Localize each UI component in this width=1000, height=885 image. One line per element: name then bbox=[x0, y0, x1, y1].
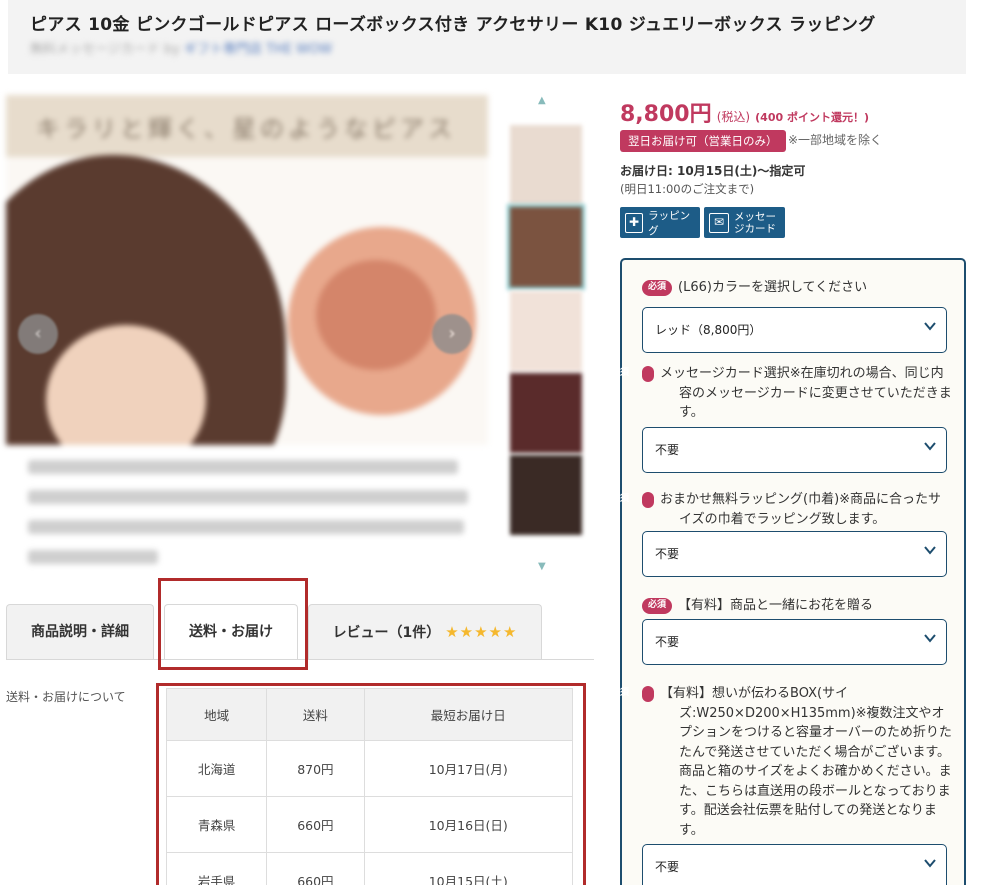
option-label-text: 【有料】想いが伝わるBOX(サイズ:W250×D200×H135mm)※複数注文… bbox=[660, 686, 952, 838]
order-deadline: (明日11:00のご注文まで) bbox=[620, 182, 755, 196]
thumbnail[interactable] bbox=[510, 291, 582, 371]
select-value: レッド（8,800円） bbox=[655, 323, 762, 337]
option-label: 必須 (L66)カラーを選択してください bbox=[642, 278, 952, 298]
region-cell: 青森県 bbox=[165, 796, 268, 853]
region-cell: 北海道 bbox=[165, 740, 268, 797]
region-cell: 岩手県 bbox=[165, 852, 268, 885]
chevron-down-icon bbox=[924, 634, 936, 643]
select-value: 不要 bbox=[655, 547, 680, 561]
chevron-down-icon bbox=[924, 322, 936, 331]
wrapping-button[interactable]: ✚ ラッピング bbox=[620, 207, 700, 238]
product-subtitle: 無料メッセージカード by ギフト専門店 THE WOW bbox=[30, 38, 332, 57]
message-card-select[interactable]: 不要 bbox=[642, 427, 947, 473]
region-note: ※一部地域を除く bbox=[788, 133, 883, 147]
fee-cell: 870円 bbox=[266, 740, 365, 797]
select-value: 不要 bbox=[655, 443, 680, 457]
product-tabs: 商品説明・詳細 送料・お届け レビュー（1件） ★★★★★ bbox=[6, 604, 594, 660]
price: 8,800円 bbox=[620, 102, 712, 127]
tab-shipping[interactable]: 送料・お届け bbox=[164, 604, 298, 660]
chevron-down-icon bbox=[924, 546, 936, 555]
description-line bbox=[28, 460, 458, 474]
box-select[interactable]: 不要 bbox=[642, 844, 947, 885]
delivery-date: お届け日: 10月15日(土)〜指定可 bbox=[620, 164, 806, 178]
image-banner-text: キラリと輝く、星のようなピアス bbox=[36, 115, 456, 143]
thumbnail-strip: ▲ ▼ bbox=[507, 95, 588, 575]
table-header-row: 地域 送料 最短お届け日 bbox=[165, 688, 574, 741]
message-card-button[interactable]: ✉ メッセージカード bbox=[704, 207, 785, 238]
free-wrapping-select[interactable]: 不要 bbox=[642, 531, 947, 577]
wrapping-label: ラッピング bbox=[648, 209, 691, 237]
product-description bbox=[28, 460, 468, 580]
subtitle-text: 無料メッセージカード by bbox=[30, 42, 180, 57]
required-badge: 必須 bbox=[642, 598, 673, 614]
required-badge: 必須 bbox=[611, 366, 654, 382]
date-cell: 10月17日(月) bbox=[363, 740, 574, 797]
message-card-label: メッセージカード bbox=[734, 210, 776, 235]
tax-note: (税込) bbox=[716, 110, 751, 124]
column-header: 地域 bbox=[165, 688, 268, 741]
description-line bbox=[28, 550, 158, 564]
main-product-image[interactable]: キラリと輝く、星のようなピアス bbox=[6, 95, 488, 445]
select-value: 不要 bbox=[655, 860, 680, 874]
thumb-up-icon[interactable]: ▲ bbox=[538, 95, 546, 106]
shipping-table: 地域 送料 最短お届け日 北海道 870円 10月17日(月) 青森県 660円… bbox=[165, 688, 574, 885]
card-icon: ✉ bbox=[709, 212, 729, 233]
option-label-text: おまかせ無料ラッピング(巾着)※商品に合ったサイズの巾着でラッピング致します。 bbox=[660, 492, 942, 527]
option-label-text: (L66)カラーを選択してください bbox=[678, 280, 868, 295]
thumb-down-icon[interactable]: ▼ bbox=[538, 561, 546, 572]
chevron-down-icon bbox=[924, 859, 936, 868]
option-label: 必須 【有料】想いが伝わるBOX(サイズ:W250×D200×H135mm)※複数… bbox=[611, 684, 952, 840]
required-badge: 必須 bbox=[611, 686, 654, 702]
date-cell: 10月15日(土) bbox=[363, 852, 574, 885]
column-header: 最短お届け日 bbox=[363, 688, 574, 741]
description-line bbox=[28, 490, 468, 504]
color-select[interactable]: レッド（8,800円） bbox=[642, 307, 947, 353]
tabs-divider bbox=[6, 659, 594, 660]
product-header: ピアス 10金 ピンクゴールドピアス ローズボックス付き アクセサリー K10 … bbox=[8, 0, 966, 74]
thumbnail[interactable] bbox=[510, 455, 582, 535]
table-row: 青森県 660円 10月16日(日) bbox=[165, 796, 574, 853]
next-image-button[interactable]: › bbox=[432, 314, 472, 354]
prev-image-button[interactable]: ‹ bbox=[18, 314, 58, 354]
option-label-text: メッセージカード選択※在庫切れの場合、同じ内容のメッセージカードに変更させていた… bbox=[660, 366, 952, 420]
thumbnail[interactable] bbox=[510, 373, 582, 453]
option-label: 必須 おまかせ無料ラッピング(巾着)※商品に合ったサイズの巾着でラッピング致します… bbox=[611, 490, 952, 529]
column-header: 送料 bbox=[266, 688, 365, 741]
options-panel: 必須 (L66)カラーを選択してください レッド（8,800円） 必須 メッセージカ… bbox=[611, 258, 966, 885]
shop-link[interactable]: ギフト専門店 THE WOW bbox=[184, 42, 332, 57]
flower-select[interactable]: 不要 bbox=[642, 619, 947, 665]
option-label: 必須 メッセージカード選択※在庫切れの場合、同じ内容のメッセージカードに変更させて… bbox=[611, 364, 952, 423]
gift-icon: ✚ bbox=[625, 212, 644, 233]
points-note: (400 ポイント還元！) bbox=[755, 111, 870, 124]
fee-cell: 660円 bbox=[266, 796, 365, 853]
earring-closeup-inner bbox=[316, 260, 436, 370]
option-label: 必須 【有料】商品と一緒にお花を贈る bbox=[642, 596, 952, 616]
shipping-section-label: 送料・お届けについて bbox=[6, 690, 126, 704]
tab-reviews[interactable]: レビュー（1件） ★★★★★ bbox=[308, 604, 542, 660]
tab-reviews-label: レビュー（1件） bbox=[332, 625, 441, 641]
description-line bbox=[28, 520, 464, 534]
date-cell: 10月16日(日) bbox=[363, 796, 574, 853]
next-day-badge: 翌日お届け可（営業日のみ） bbox=[620, 130, 786, 152]
review-stars-icon: ★★★★★ bbox=[445, 623, 518, 641]
chevron-down-icon bbox=[924, 442, 936, 451]
required-badge: 必須 bbox=[642, 280, 673, 296]
thumbnail[interactable] bbox=[510, 125, 582, 205]
tab-description[interactable]: 商品説明・詳細 bbox=[6, 604, 154, 660]
table-row: 岩手県 660円 10月15日(土) bbox=[165, 852, 574, 885]
select-value: 不要 bbox=[655, 635, 680, 649]
product-title: ピアス 10金 ピンクゴールドピアス ローズボックス付き アクセサリー K10 … bbox=[30, 15, 876, 35]
fee-cell: 660円 bbox=[266, 852, 365, 885]
thumbnail[interactable] bbox=[507, 204, 585, 290]
required-badge: 必須 bbox=[611, 492, 654, 508]
price-block: 8,800円 (税込) (400 ポイント還元！) bbox=[620, 96, 869, 128]
table-row: 北海道 870円 10月17日(月) bbox=[165, 740, 574, 797]
option-label-text: 【有料】商品と一緒にお花を贈る bbox=[678, 598, 874, 613]
